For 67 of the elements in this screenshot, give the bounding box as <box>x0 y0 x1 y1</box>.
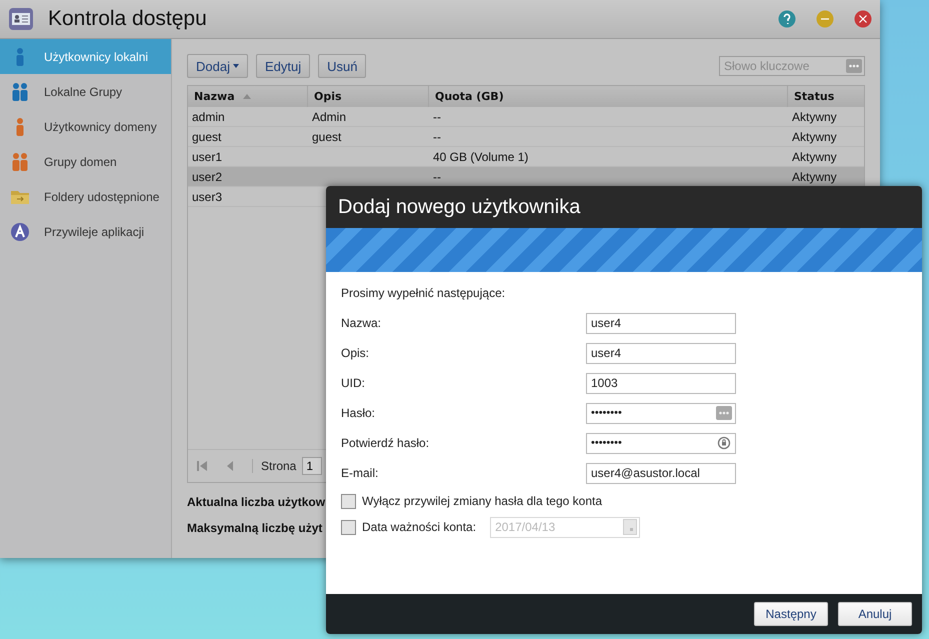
close-icon[interactable] <box>854 10 872 28</box>
sidebar-item[interactable]: Lokalne Grupy <box>0 74 171 109</box>
sidebar-item[interactable]: Przywileje aplikacji <box>0 214 171 249</box>
table-cell-text: user3 <box>191 188 224 206</box>
checkbox-label: Wyłącz przywilej zmiany hasła dla tego konta <box>362 494 602 508</box>
caret-icon <box>232 64 239 68</box>
field-label: Opis: <box>341 346 370 360</box>
sidebar-item[interactable]: Foldery udostępnione <box>0 179 171 214</box>
more-icon[interactable] <box>846 59 862 73</box>
table-cell-text: Aktywny <box>791 108 838 126</box>
people-icon <box>10 152 30 172</box>
window-title: Kontrola dostępu <box>48 7 208 31</box>
table-cell-text: user1 <box>191 148 224 166</box>
input-field[interactable]: user4@asustor.local <box>586 462 736 484</box>
input-field[interactable]: •••••••• <box>586 432 736 454</box>
dialog-title: Dodaj nowego użytkownika <box>326 186 922 228</box>
column-header[interactable]: Opis <box>308 86 429 107</box>
table-cell-text: Aktywny <box>791 128 838 146</box>
summary-text: Aktualna liczba użytkow <box>187 495 326 509</box>
checkbox[interactable] <box>341 494 356 508</box>
table-cell-text: 40 GB (Volume 1) <box>432 148 530 166</box>
sidebar-item[interactable]: Grupy domen <box>0 144 171 179</box>
table-cell-text: guest <box>311 128 342 146</box>
lock-refresh-icon[interactable] <box>716 436 732 450</box>
checkbox-label: Data ważności konta: <box>362 520 476 534</box>
table-row[interactable]: user2 -- Aktywny <box>188 167 864 187</box>
dialog-button[interactable]: Anuluj <box>838 602 912 626</box>
more-icon[interactable] <box>716 406 732 420</box>
table-cell-text: admin <box>191 108 226 126</box>
input-field[interactable]: •••••••• <box>586 402 736 424</box>
sidebar-item[interactable]: Użytkownicy domeny <box>0 109 171 144</box>
first-page-icon[interactable] <box>196 460 208 472</box>
toolbar-button[interactable]: Edytuj <box>256 54 310 78</box>
input-field[interactable]: user4 <box>586 342 736 364</box>
field-label: Hasło: <box>341 406 376 420</box>
intro-text: Prosimy wypełnić następujące: <box>341 286 506 300</box>
field-label: E-mail: <box>341 466 380 480</box>
help-icon[interactable] <box>778 10 796 28</box>
table-row[interactable]: admin Admin -- Aktywny <box>188 107 864 127</box>
dialog-button[interactable]: Następny <box>754 602 828 626</box>
column-header[interactable]: Quota (GB) <box>429 86 788 107</box>
minimize-icon[interactable] <box>816 10 834 28</box>
page-label: Strona <box>252 459 296 473</box>
field-label: UID: <box>341 376 366 390</box>
id-card-icon <box>8 7 34 31</box>
page-field[interactable]: 1 <box>302 457 322 475</box>
table-cell-text: guest <box>191 128 222 146</box>
input-field[interactable]: user4 <box>586 312 736 334</box>
app-icon <box>10 222 30 242</box>
table-row[interactable]: guest guest -- Aktywny <box>188 127 864 147</box>
table-cell-text: user2 <box>191 168 224 186</box>
toolbar-button[interactable]: Usuń <box>318 54 366 78</box>
column-header[interactable]: Nazwa <box>188 86 308 107</box>
table-cell-text: Aktywny <box>791 168 838 186</box>
sort-ascending-icon <box>242 94 251 99</box>
column-header[interactable]: Status <box>788 86 864 107</box>
field-label: Potwierdź hasło: <box>341 436 430 450</box>
people-icon <box>10 82 30 102</box>
summary-text: Maksymalną liczbę użyt <box>187 521 322 535</box>
field-label: Nazwa: <box>341 316 382 330</box>
dropdown-button[interactable]: Dodaj <box>187 54 248 78</box>
table-cell-text: -- <box>432 108 442 126</box>
input-field[interactable]: 1003 <box>586 372 736 394</box>
table-cell-text: Admin <box>311 108 348 126</box>
table-cell-text: Aktywny <box>791 148 838 166</box>
table-cell-text: -- <box>432 168 442 186</box>
table-cell-text: -- <box>432 128 442 146</box>
